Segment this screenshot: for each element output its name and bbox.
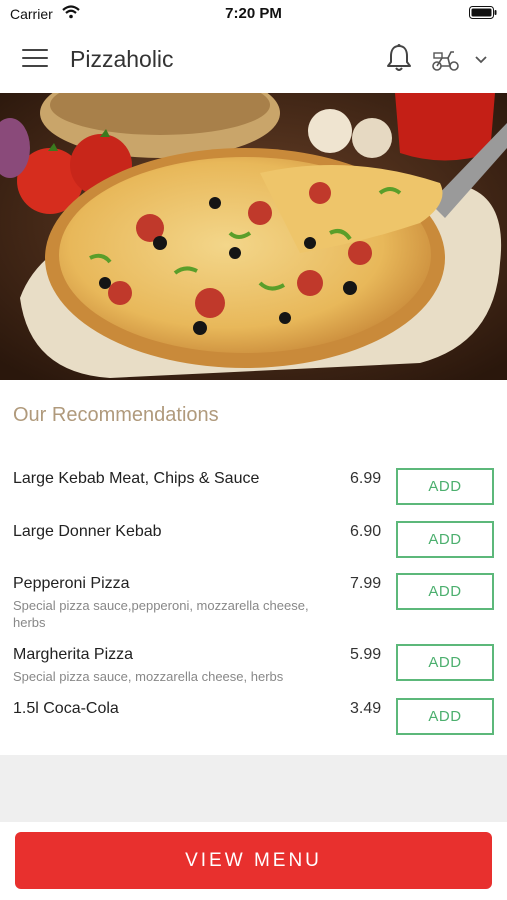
item-name: 1.5l Coca-Cola [13, 700, 119, 717]
item-description: Special pizza sauce, mozzarella cheese, … [13, 669, 284, 684]
section-title: Our Recommendations [13, 404, 219, 426]
status-bar: Carrier 7:20 PM [0, 0, 507, 26]
battery-icon [469, 6, 497, 19]
add-button[interactable]: ADD [396, 573, 494, 610]
item-price: 5.99 [350, 646, 382, 663]
item-name: Pepperoni Pizza [13, 575, 130, 592]
footer-bar: VIEW MENU [0, 822, 507, 900]
add-button[interactable]: ADD [396, 698, 494, 735]
bell-icon[interactable] [385, 43, 413, 73]
view-menu-button[interactable]: VIEW MENU [15, 832, 492, 889]
chevron-down-icon [475, 56, 487, 64]
app-header: Pizzaholic [0, 26, 507, 93]
item-price: 7.99 [350, 575, 382, 592]
recommendations-section: Our Recommendations Large Kebab Meat, Ch… [0, 380, 507, 755]
item-name: Large Donner Kebab [13, 523, 162, 540]
spacer-band [0, 755, 507, 822]
add-button[interactable]: ADD [396, 521, 494, 558]
app-title: Pizzaholic [70, 46, 174, 72]
item-description: Special pizza sauce,pepperoni, mozzarell… [13, 598, 309, 630]
add-button[interactable]: ADD [396, 468, 494, 505]
status-time: 7:20 PM [225, 5, 282, 22]
item-name: Large Kebab Meat, Chips & Sauce [13, 470, 260, 487]
hero-pizza-image [0, 93, 507, 380]
scooter-icon [432, 51, 459, 71]
item-price: 6.90 [350, 523, 382, 540]
menu-icon[interactable] [22, 49, 48, 69]
pizza-photo [0, 93, 507, 380]
item-price: 3.49 [350, 700, 382, 717]
delivery-mode-toggle[interactable] [430, 46, 490, 74]
item-price: 6.99 [350, 470, 382, 487]
item-name: Margherita Pizza [13, 646, 134, 663]
add-button[interactable]: ADD [396, 644, 494, 681]
